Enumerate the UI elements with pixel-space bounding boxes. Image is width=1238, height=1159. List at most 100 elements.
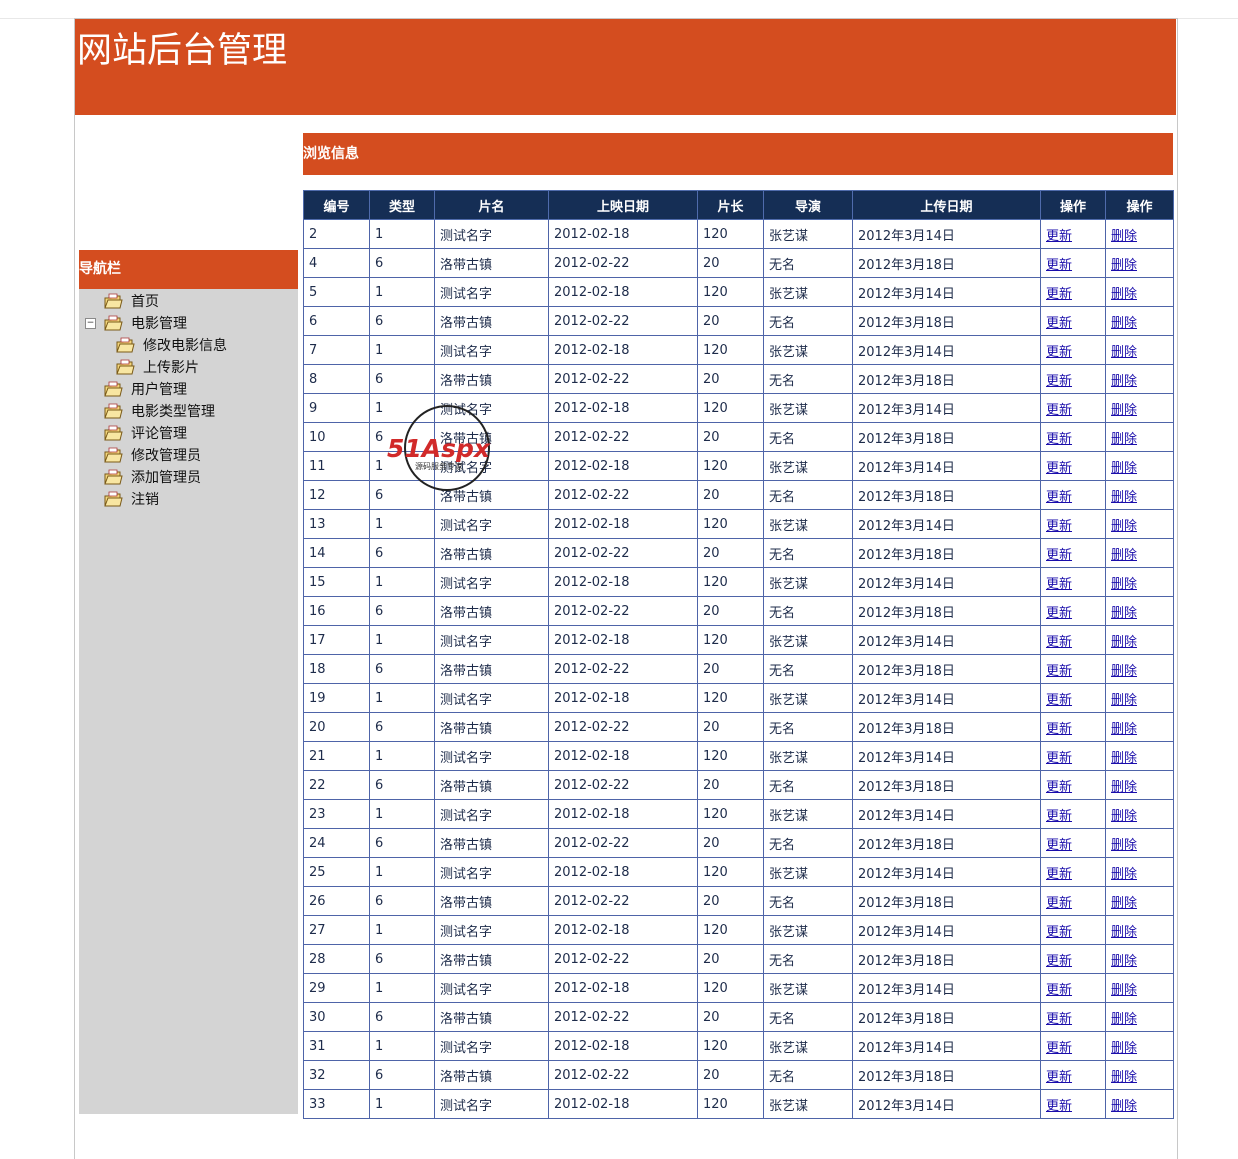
cell-type: 6 xyxy=(369,364,435,394)
update-link[interactable]: 更新 xyxy=(1046,1041,1072,1056)
delete-link[interactable]: 删除 xyxy=(1111,867,1137,882)
update-link[interactable]: 更新 xyxy=(1046,345,1072,360)
delete-link[interactable]: 删除 xyxy=(1111,954,1137,969)
delete-link[interactable]: 删除 xyxy=(1111,548,1137,563)
cell-name: 洛带古镇 xyxy=(434,712,549,742)
nav-item-edit-movie-info[interactable]: 修改电影信息 xyxy=(115,334,227,356)
update-link[interactable]: 更新 xyxy=(1046,258,1072,273)
nav-item-movie-management[interactable]: 电影管理 xyxy=(103,312,187,334)
cell-delete: 删除 xyxy=(1105,509,1174,539)
cell-director: 无名 xyxy=(763,944,853,974)
cell-update: 更新 xyxy=(1040,828,1106,858)
update-link[interactable]: 更新 xyxy=(1046,693,1072,708)
update-link[interactable]: 更新 xyxy=(1046,461,1072,476)
update-link[interactable]: 更新 xyxy=(1046,925,1072,940)
delete-link[interactable]: 删除 xyxy=(1111,896,1137,911)
delete-link[interactable]: 删除 xyxy=(1111,287,1137,302)
delete-link[interactable]: 删除 xyxy=(1111,809,1137,824)
delete-link[interactable]: 删除 xyxy=(1111,1099,1137,1114)
delete-link[interactable]: 删除 xyxy=(1111,345,1137,360)
table-row: 15 1 测试名字 2012-02-18 120 张艺谋 2012年3月14日 更新 删除 xyxy=(303,567,1174,597)
cell-upload-date: 2012年3月18日 xyxy=(852,480,1041,510)
update-link[interactable]: 更新 xyxy=(1046,316,1072,331)
delete-link[interactable]: 删除 xyxy=(1111,229,1137,244)
update-link[interactable]: 更新 xyxy=(1046,954,1072,969)
update-link[interactable]: 更新 xyxy=(1046,1099,1072,1114)
update-link[interactable]: 更新 xyxy=(1046,229,1072,244)
cell-name: 测试名字 xyxy=(434,915,549,945)
update-link[interactable]: 更新 xyxy=(1046,635,1072,650)
update-link[interactable]: 更新 xyxy=(1046,751,1072,766)
nav-item-edit-admin[interactable]: 修改管理员 xyxy=(103,444,201,466)
update-link[interactable]: 更新 xyxy=(1046,896,1072,911)
cell-director: 张艺谋 xyxy=(763,1031,853,1061)
delete-link[interactable]: 删除 xyxy=(1111,1070,1137,1085)
cell-type: 1 xyxy=(369,393,435,423)
delete-link[interactable]: 删除 xyxy=(1111,258,1137,273)
update-link[interactable]: 更新 xyxy=(1046,809,1072,824)
delete-link[interactable]: 删除 xyxy=(1111,838,1137,853)
update-link[interactable]: 更新 xyxy=(1046,780,1072,795)
update-link[interactable]: 更新 xyxy=(1046,606,1072,621)
update-link[interactable]: 更新 xyxy=(1046,548,1072,563)
cell-type: 6 xyxy=(369,422,435,452)
nav-item-comment-management[interactable]: 评论管理 xyxy=(103,422,187,444)
update-link[interactable]: 更新 xyxy=(1046,722,1072,737)
update-link[interactable]: 更新 xyxy=(1046,867,1072,882)
delete-link[interactable]: 删除 xyxy=(1111,693,1137,708)
delete-link[interactable]: 删除 xyxy=(1111,635,1137,650)
delete-link[interactable]: 删除 xyxy=(1111,316,1137,331)
collapse-icon[interactable]: − xyxy=(85,318,96,329)
col-header-name: 片名 xyxy=(434,190,549,220)
cell-delete: 删除 xyxy=(1105,1089,1174,1119)
table-header-row: 编号 类型 片名 上映日期 片长 导演 上传日期 操作 操作 xyxy=(303,190,1174,220)
update-link[interactable]: 更新 xyxy=(1046,287,1072,302)
cell-upload-date: 2012年3月14日 xyxy=(852,973,1041,1003)
update-link[interactable]: 更新 xyxy=(1046,403,1072,418)
delete-link[interactable]: 删除 xyxy=(1111,751,1137,766)
update-link[interactable]: 更新 xyxy=(1046,838,1072,853)
delete-link[interactable]: 删除 xyxy=(1111,461,1137,476)
delete-link[interactable]: 删除 xyxy=(1111,780,1137,795)
nav-item-add-admin[interactable]: 添加管理员 xyxy=(103,466,201,488)
delete-link[interactable]: 删除 xyxy=(1111,1012,1137,1027)
cell-type: 1 xyxy=(369,741,435,771)
update-link[interactable]: 更新 xyxy=(1046,490,1072,505)
delete-link[interactable]: 删除 xyxy=(1111,983,1137,998)
update-link[interactable]: 更新 xyxy=(1046,519,1072,534)
update-link[interactable]: 更新 xyxy=(1046,374,1072,389)
cell-id: 31 xyxy=(303,1031,370,1061)
cell-id: 10 xyxy=(303,422,370,452)
cell-delete: 删除 xyxy=(1105,799,1174,829)
cell-director: 无名 xyxy=(763,828,853,858)
delete-link[interactable]: 删除 xyxy=(1111,577,1137,592)
nav-item-movie-type-management[interactable]: 电影类型管理 xyxy=(103,400,215,422)
table-row: 29 1 测试名字 2012-02-18 120 张艺谋 2012年3月14日 更新 删除 xyxy=(303,973,1174,1003)
nav-item-home[interactable]: 首页 xyxy=(103,290,159,312)
cell-id: 26 xyxy=(303,886,370,916)
delete-link[interactable]: 删除 xyxy=(1111,606,1137,621)
update-link[interactable]: 更新 xyxy=(1046,1012,1072,1027)
table-row: 9 1 测试名字 2012-02-18 120 张艺谋 2012年3月14日 更新 删除 xyxy=(303,393,1174,423)
delete-link[interactable]: 删除 xyxy=(1111,403,1137,418)
cell-release-date: 2012-02-18 xyxy=(548,799,698,829)
nav-item-upload-movie[interactable]: 上传影片 xyxy=(115,356,199,378)
update-link[interactable]: 更新 xyxy=(1046,1070,1072,1085)
delete-link[interactable]: 删除 xyxy=(1111,925,1137,940)
delete-link[interactable]: 删除 xyxy=(1111,490,1137,505)
delete-link[interactable]: 删除 xyxy=(1111,374,1137,389)
delete-link[interactable]: 删除 xyxy=(1111,722,1137,737)
update-link[interactable]: 更新 xyxy=(1046,983,1072,998)
delete-link[interactable]: 删除 xyxy=(1111,1041,1137,1056)
nav-item-logout[interactable]: 注销 xyxy=(103,488,159,510)
update-link[interactable]: 更新 xyxy=(1046,577,1072,592)
delete-link[interactable]: 删除 xyxy=(1111,432,1137,447)
update-link[interactable]: 更新 xyxy=(1046,664,1072,679)
update-link[interactable]: 更新 xyxy=(1046,432,1072,447)
delete-link[interactable]: 删除 xyxy=(1111,519,1137,534)
cell-id: 30 xyxy=(303,1002,370,1032)
nav-item-user-management[interactable]: 用户管理 xyxy=(103,378,187,400)
cell-update: 更新 xyxy=(1040,567,1106,597)
delete-link[interactable]: 删除 xyxy=(1111,664,1137,679)
cell-id: 20 xyxy=(303,712,370,742)
